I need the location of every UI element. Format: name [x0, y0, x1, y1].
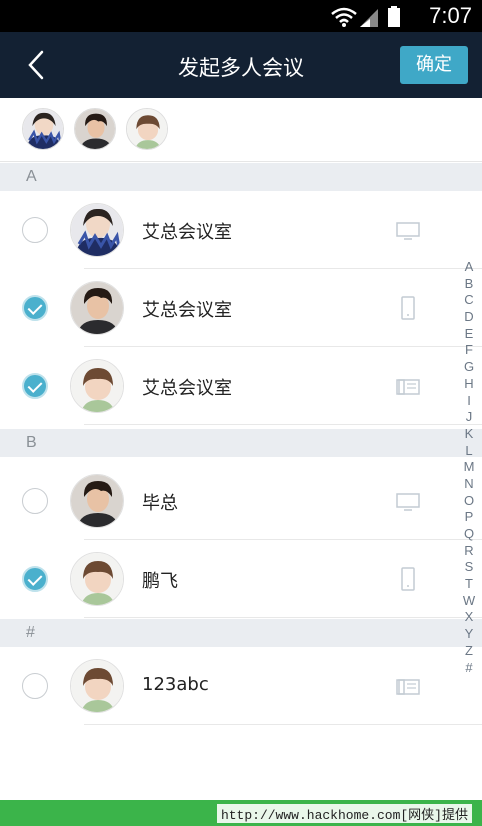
index-letter[interactable]: N [458, 476, 480, 493]
index-letter[interactable]: J [458, 409, 480, 426]
index-letter[interactable]: W [458, 593, 480, 610]
avatar-child [71, 553, 123, 605]
contact-name: 123abc [142, 674, 209, 695]
index-letter[interactable]: C [458, 292, 480, 309]
index-letter[interactable]: Z [458, 643, 480, 660]
monitor-icon [396, 493, 420, 511]
checkbox-unchecked[interactable] [22, 488, 48, 514]
watermark-text: http://www.hackhome.com[网侠]提供 [216, 804, 472, 823]
avatar-child [71, 660, 123, 712]
wifi-icon [331, 7, 357, 27]
checkbox-checked[interactable] [22, 295, 48, 321]
footer-bar: http://www.hackhome.com[网侠]提供 [0, 800, 482, 826]
avatar-child [71, 360, 123, 412]
battery-icon [388, 6, 400, 27]
phone-icon [401, 567, 415, 591]
contact-row[interactable]: 毕总 [0, 462, 482, 540]
contact-name: 毕总 [142, 493, 178, 514]
status-icons [331, 6, 400, 27]
status-time: 7:07 [429, 3, 472, 28]
index-letter[interactable]: I [458, 393, 480, 410]
index-letter[interactable]: B [458, 276, 480, 293]
desk-phone-icon [396, 679, 420, 695]
checkbox-unchecked[interactable] [22, 673, 48, 699]
contact-name: 艾总会议室 [142, 378, 232, 399]
index-letter[interactable]: Y [458, 626, 480, 643]
row-divider [84, 617, 482, 618]
contact-row[interactable]: 艾总会议室 [0, 191, 482, 269]
contact-name: 艾总会议室 [142, 300, 232, 321]
contact-row[interactable]: 123abc [0, 647, 482, 725]
alphabet-index-bar[interactable]: A B C D E F G H I J K L M N O P Q R S T W X Y Z # [458, 259, 480, 676]
contact-row[interactable]: 艾总会议室 [0, 269, 482, 347]
index-letter[interactable]: D [458, 309, 480, 326]
index-letter[interactable]: L [458, 443, 480, 460]
avatar-man [71, 475, 123, 527]
index-letter[interactable]: T [458, 576, 480, 593]
contact-avatar [70, 474, 124, 528]
monitor-icon [396, 222, 420, 240]
index-letter[interactable]: S [458, 559, 480, 576]
checkbox-checked[interactable] [22, 373, 48, 399]
section-header-hash: # [0, 619, 482, 647]
index-letter[interactable]: R [458, 543, 480, 560]
section-header-a: A [0, 163, 482, 191]
checkbox-unchecked[interactable] [22, 217, 48, 243]
contact-row[interactable]: 鹏飞 [0, 540, 482, 618]
contact-row[interactable]: 艾总会议室 [0, 347, 482, 425]
row-divider [84, 724, 482, 725]
avatar-woman-scarf [71, 204, 123, 256]
contact-avatar [70, 203, 124, 257]
contact-avatar [70, 359, 124, 413]
index-letter[interactable]: # [458, 660, 480, 677]
status-bar: 7:07 [0, 0, 482, 32]
index-letter[interactable]: X [458, 609, 480, 626]
index-letter[interactable]: P [458, 509, 480, 526]
contact-avatar [70, 552, 124, 606]
index-letter[interactable]: F [458, 342, 480, 359]
contact-avatar [70, 659, 124, 713]
index-letter[interactable]: H [458, 376, 480, 393]
title-bar: 发起多人会议 确定 [0, 32, 482, 98]
signal-icon [360, 9, 378, 27]
phone-icon [401, 296, 415, 320]
selected-participants [0, 98, 482, 162]
row-divider [84, 424, 482, 425]
selected-avatar[interactable] [22, 108, 64, 150]
selected-avatar[interactable] [126, 108, 168, 150]
index-letter[interactable]: K [458, 426, 480, 443]
contact-name: 艾总会议室 [142, 222, 232, 243]
avatar-man [71, 282, 123, 334]
confirm-button[interactable]: 确定 [400, 46, 468, 84]
selected-avatar[interactable] [74, 108, 116, 150]
section-header-b: B [0, 429, 482, 457]
index-letter[interactable]: G [458, 359, 480, 376]
index-letter[interactable]: A [458, 259, 480, 276]
avatar-child [127, 109, 167, 149]
contact-avatar [70, 281, 124, 335]
index-letter[interactable]: M [458, 459, 480, 476]
checkbox-checked[interactable] [22, 566, 48, 592]
desk-phone-icon [396, 379, 420, 395]
index-letter[interactable]: E [458, 326, 480, 343]
avatar-woman-scarf [23, 109, 63, 149]
index-letter[interactable]: O [458, 493, 480, 510]
avatar-man [75, 109, 115, 149]
index-letter[interactable]: Q [458, 526, 480, 543]
contact-name: 鹏飞 [142, 571, 178, 592]
